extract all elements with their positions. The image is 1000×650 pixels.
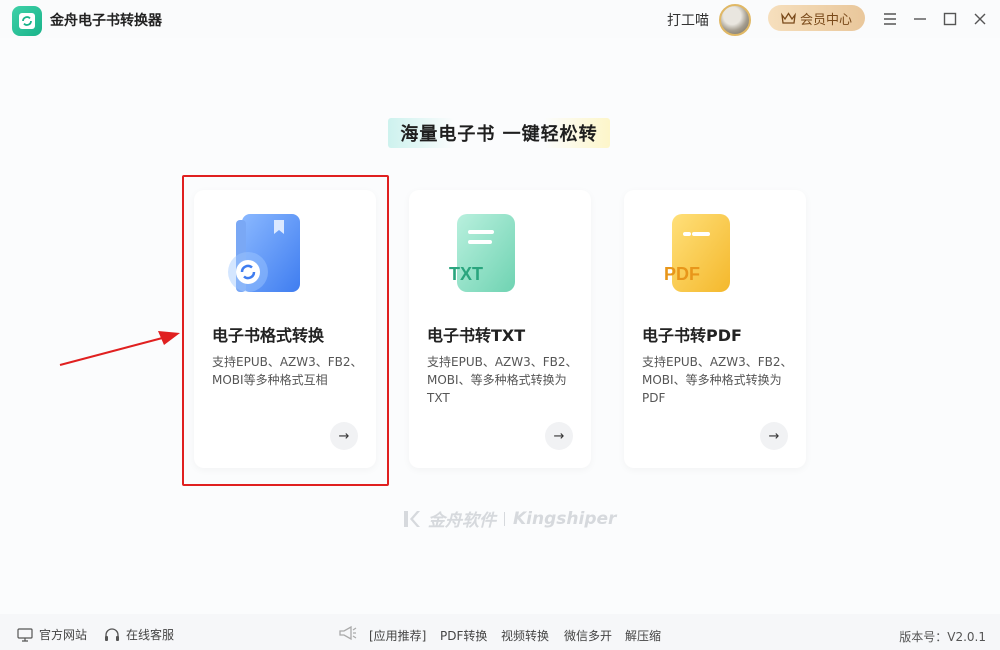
arrow-right-icon[interactable]: → [545, 422, 573, 450]
card-description: 支持EPUB、AZW3、FB2、MOBI、等多种格式转换为TXT [427, 355, 578, 405]
pdf-badge: PDF [664, 264, 700, 284]
title-bar: 金舟电子书转换器 打工喵 会员中心 [0, 0, 1000, 38]
close-icon[interactable] [970, 9, 990, 29]
app-recommend-label: [应用推荐] [369, 629, 427, 643]
footer: 官方网站 在线客服 [应用推荐] PDF转换 视频转换 微信多开 解压缩 版本号… [0, 614, 1000, 650]
card-title: 电子书转PDF [642, 326, 742, 345]
app-title: 金舟电子书转换器 [50, 13, 162, 29]
main-area: 海量电子书 一键轻松转 电子书格式转换 支持EPUB、AZW3、FB2、MOBI… [0, 38, 1000, 614]
headset-icon [105, 627, 119, 641]
menu-icon[interactable] [880, 9, 900, 29]
card-ebook-to-txt[interactable]: TXT 电子书转TXT 支持EPUB、AZW3、FB2、MOBI、等多种格式转换… [409, 190, 591, 468]
card-description: 支持EPUB、AZW3、FB2、MOBI、等多种格式转换为PDF [642, 355, 793, 405]
vip-center-label: 会员中心 [799, 12, 852, 28]
avatar[interactable] [719, 4, 751, 36]
link-pdf-convert[interactable]: PDF转换 [440, 627, 487, 644]
vip-center-button[interactable]: 会员中心 [768, 5, 865, 31]
brand-name-cn: 金舟软件 [428, 511, 496, 531]
brand-watermark: 金舟软件 Kingshiper [402, 506, 616, 531]
official-site-label: 官方网站 [39, 628, 88, 642]
maximize-icon[interactable] [940, 9, 960, 29]
txt-badge: TXT [449, 264, 483, 284]
megaphone-icon [339, 625, 357, 641]
username[interactable]: 打工喵 [667, 10, 709, 30]
link-wechat-multi[interactable]: 微信多开 [564, 627, 612, 644]
link-unzip[interactable]: 解压缩 [625, 627, 661, 644]
online-service-link[interactable]: 在线客服 [104, 626, 174, 643]
arrow-right-icon[interactable]: → [760, 422, 788, 450]
brand-separator [504, 511, 505, 526]
red-pointer-arrow-icon [59, 331, 180, 366]
crown-icon [781, 11, 796, 24]
pdf-file-icon: PDF [664, 214, 730, 292]
version-label: 版本号：V2.0.1 [899, 630, 986, 644]
online-service-label: 在线客服 [126, 628, 175, 642]
brand-name-en: Kingshiper [513, 508, 617, 529]
official-site-link[interactable]: 官方网站 [17, 626, 87, 643]
card-ebook-to-pdf[interactable]: PDF 电子书转PDF 支持EPUB、AZW3、FB2、MOBI、等多种格式转换… [624, 190, 806, 468]
highlight-box [182, 175, 389, 486]
monitor-icon [17, 627, 33, 642]
slogan: 海量电子书 一键轻松转 [388, 118, 610, 148]
minimize-icon[interactable] [910, 9, 930, 29]
kingshiper-logo-icon [404, 510, 420, 527]
book-refresh-icon [19, 13, 35, 29]
txt-file-icon: TXT [449, 214, 515, 292]
app-logo [12, 6, 42, 36]
card-title: 电子书转TXT [427, 326, 526, 345]
link-video-convert[interactable]: 视频转换 [501, 627, 549, 644]
